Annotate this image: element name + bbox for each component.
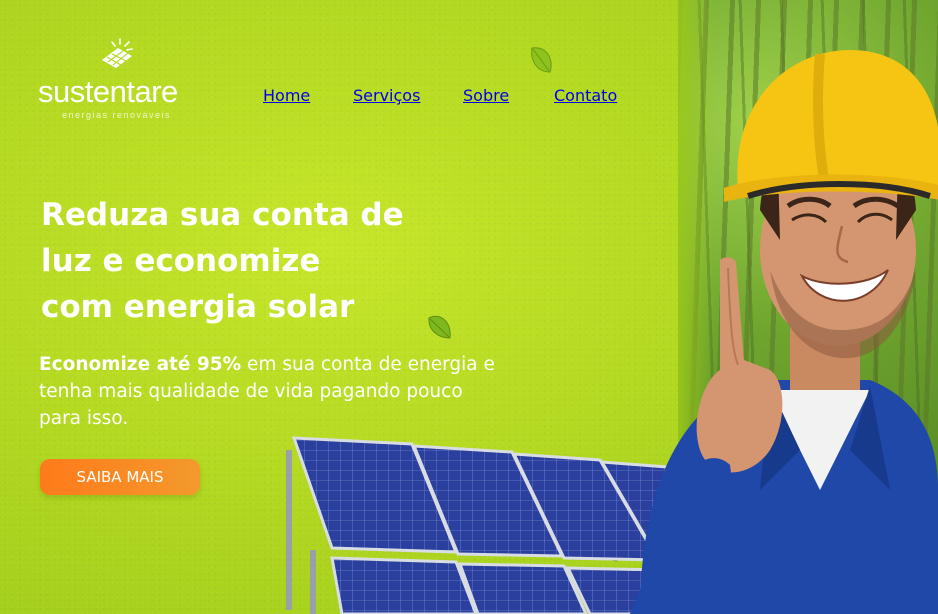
brand-name: sustentare bbox=[38, 74, 178, 109]
headline-line: Reduza sua conta de bbox=[41, 197, 404, 233]
worker-photo bbox=[630, 50, 938, 614]
brand-logo[interactable]: sustentare energias renováveis bbox=[38, 38, 203, 128]
headline-line: luz e economize bbox=[41, 243, 321, 279]
nav-sobre[interactable]: Sobre bbox=[463, 86, 509, 105]
leaf-icon bbox=[428, 315, 451, 339]
headline-line: com energia solar bbox=[41, 289, 355, 325]
nav-home[interactable]: Home bbox=[263, 86, 310, 105]
leaf-icon bbox=[531, 47, 552, 73]
hero-lead: Economize até 95% em sua conta de energi… bbox=[39, 351, 499, 432]
lead-highlight: Economize até 95% bbox=[39, 354, 242, 375]
nav-servicos[interactable]: Serviços bbox=[353, 86, 420, 105]
nav-contato[interactable]: Contato bbox=[554, 86, 617, 105]
solar-panel-sun-icon bbox=[102, 38, 133, 68]
brand-tagline: energias renováveis bbox=[62, 110, 172, 120]
hero-headline: Reduza sua conta de luz e economize com … bbox=[41, 192, 471, 330]
saiba-mais-button[interactable]: SAIBA MAIS bbox=[40, 459, 200, 495]
